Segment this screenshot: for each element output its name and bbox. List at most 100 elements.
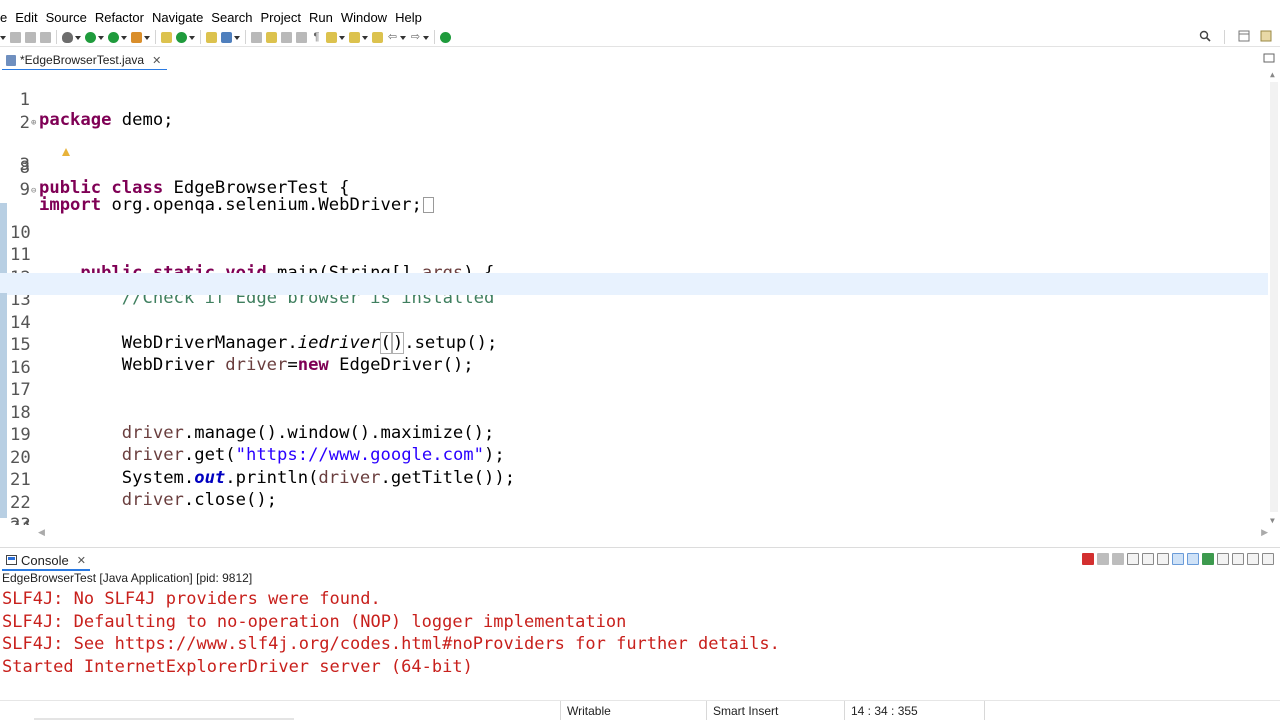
back-icon[interactable]: ⇦: [387, 31, 398, 43]
code-line: 10 ⊖ public static void main(String[] ar…: [0, 183, 1268, 283]
back-dropdown-icon[interactable]: [400, 32, 406, 43]
menu-window[interactable]: Window: [337, 10, 391, 25]
toolbar-separator: [200, 30, 201, 44]
next-annotation-dropdown-icon[interactable]: [339, 32, 345, 43]
status-extra: [984, 701, 1280, 720]
scroll-right-icon[interactable]: ▶: [1261, 527, 1268, 538]
search-icon[interactable]: [1199, 30, 1211, 45]
code-line: 15 WebDriver driver=new EdgeDriver();: [0, 295, 1268, 375]
console-tab-bar: Console ✕: [0, 547, 1280, 571]
close-icon[interactable]: ✕: [77, 554, 86, 567]
menu-edit[interactable]: Edit: [11, 10, 41, 25]
debug-dropdown-icon[interactable]: [75, 32, 81, 43]
show-on-stderr-icon[interactable]: [1187, 553, 1199, 565]
mark-occurrences-icon[interactable]: [266, 31, 277, 43]
toggle-breadcrumb-icon[interactable]: [251, 31, 262, 43]
console-line: SLF4J: No SLF4J providers were found.: [2, 589, 381, 609]
minimize-icon[interactable]: [1247, 553, 1259, 565]
scroll-down-icon[interactable]: ▼: [1270, 516, 1275, 525]
warning-icon[interactable]: [0, 121, 71, 156]
save-all-icon[interactable]: [25, 31, 36, 43]
coverage-icon[interactable]: [108, 31, 119, 43]
external-tools-dropdown-icon[interactable]: [144, 32, 150, 43]
menu-help[interactable]: Help: [391, 10, 426, 25]
menu-project[interactable]: Project: [257, 10, 305, 25]
clear-console-icon[interactable]: [1127, 553, 1139, 565]
console-tab[interactable]: Console ✕: [2, 551, 90, 571]
coverage-dropdown-icon[interactable]: [121, 32, 127, 43]
last-edit-icon[interactable]: [372, 31, 383, 43]
scroll-left-icon[interactable]: ◀: [38, 527, 45, 538]
search-dropdown-icon[interactable]: [234, 32, 240, 43]
menu-search[interactable]: Search: [207, 10, 256, 25]
maximize-icon[interactable]: [1262, 51, 1276, 65]
run-dropdown-icon[interactable]: [98, 32, 104, 43]
console-output[interactable]: SLF4J: No SLF4J providers were found. SL…: [2, 589, 1272, 679]
search-toolbar-icon[interactable]: [221, 31, 232, 43]
scrollbar-thumb[interactable]: [1270, 82, 1278, 512]
close-icon[interactable]: ✕: [152, 54, 161, 67]
pin-editor-icon[interactable]: [440, 31, 451, 43]
terminate-icon[interactable]: [1082, 553, 1094, 565]
fold-collapse-icon[interactable]: ⊖: [31, 186, 36, 196]
status-bar: Writable Smart Insert 14 : 34 : 355: [0, 700, 1280, 720]
remove-all-terminated-icon[interactable]: [1112, 553, 1124, 565]
remove-launch-icon[interactable]: [1097, 553, 1109, 565]
code-line: 23 }: [0, 475, 1268, 525]
prev-annotation-dropdown-icon[interactable]: [362, 32, 368, 43]
open-type-icon[interactable]: [206, 31, 217, 43]
word-wrap-icon[interactable]: [296, 31, 307, 43]
external-tools-icon[interactable]: [131, 31, 142, 43]
run-icon[interactable]: [85, 31, 96, 43]
code-line: 18 driver.manage().window().maximize();: [0, 363, 1268, 443]
fold-expand-icon[interactable]: ⊕: [31, 118, 36, 128]
code-line: 22: [0, 453, 1268, 513]
menu-file[interactable]: e: [0, 10, 11, 25]
terminal-icon[interactable]: [40, 31, 51, 43]
menu-source[interactable]: Source: [42, 10, 91, 25]
scroll-up-icon[interactable]: ▲: [1270, 70, 1275, 79]
open-console-icon[interactable]: [1232, 553, 1244, 565]
menu-navigate[interactable]: Navigate: [148, 10, 207, 25]
pin-console-icon[interactable]: [1202, 553, 1214, 565]
editor-tab[interactable]: *EdgeBrowserTest.java ✕: [2, 51, 168, 71]
code-line: 1 package demo;: [0, 70, 1268, 130]
menu-bar: e Edit Source Refactor Navigate Search P…: [0, 6, 1280, 28]
code-line: 21 driver.close();: [0, 430, 1268, 510]
menu-run[interactable]: Run: [305, 10, 337, 25]
menu-refactor[interactable]: Refactor: [91, 10, 148, 25]
scroll-lock-icon[interactable]: [1142, 553, 1154, 565]
console-toolbar: [1082, 551, 1274, 567]
new-java-project-icon[interactable]: [161, 31, 172, 43]
new-dropdown-icon[interactable]: [0, 32, 6, 43]
new-class-dropdown-icon[interactable]: [189, 32, 195, 43]
debug-icon[interactable]: [62, 31, 73, 43]
display-console-icon[interactable]: [1217, 553, 1229, 565]
java-perspective-icon[interactable]: [1260, 30, 1272, 45]
next-annotation-icon[interactable]: [326, 31, 337, 43]
toolbar-separator: [1224, 30, 1225, 44]
toolbar-separator: [155, 30, 156, 44]
code-line: 12 //Check if Edge browser is installed: [0, 228, 1268, 308]
status-insert-mode-label: Smart Insert: [713, 704, 779, 718]
new-class-icon[interactable]: [176, 31, 187, 43]
code-line: 24: [0, 498, 1268, 526]
console-icon: [6, 555, 17, 565]
perspective-icon[interactable]: [1238, 30, 1250, 45]
code-editor[interactable]: 1 package demo; 2 3 ⊕ import org.openqa.…: [0, 70, 1280, 525]
pilcrow-icon[interactable]: ¶: [311, 31, 322, 43]
show-on-stdout-icon[interactable]: [1172, 553, 1184, 565]
status-cursor-position-label: 14 : 34 : 355: [851, 704, 918, 718]
word-wrap-icon[interactable]: [1157, 553, 1169, 565]
status-writable: Writable: [560, 701, 706, 720]
editor-vertical-scrollbar[interactable]: ▲ ▼: [1268, 70, 1280, 525]
code-line: 20 System.out.println(driver.getTitle())…: [0, 408, 1268, 488]
java-file-icon: [6, 54, 16, 66]
forward-icon[interactable]: ⇨: [410, 31, 421, 43]
save-icon[interactable]: [10, 31, 21, 43]
prev-annotation-icon[interactable]: [349, 31, 360, 43]
forward-dropdown-icon[interactable]: [423, 32, 429, 43]
editor-horizontal-scrollbar[interactable]: ◀ ▶: [38, 527, 1268, 541]
block-selection-icon[interactable]: [281, 31, 292, 43]
maximize-icon[interactable]: [1262, 553, 1274, 565]
